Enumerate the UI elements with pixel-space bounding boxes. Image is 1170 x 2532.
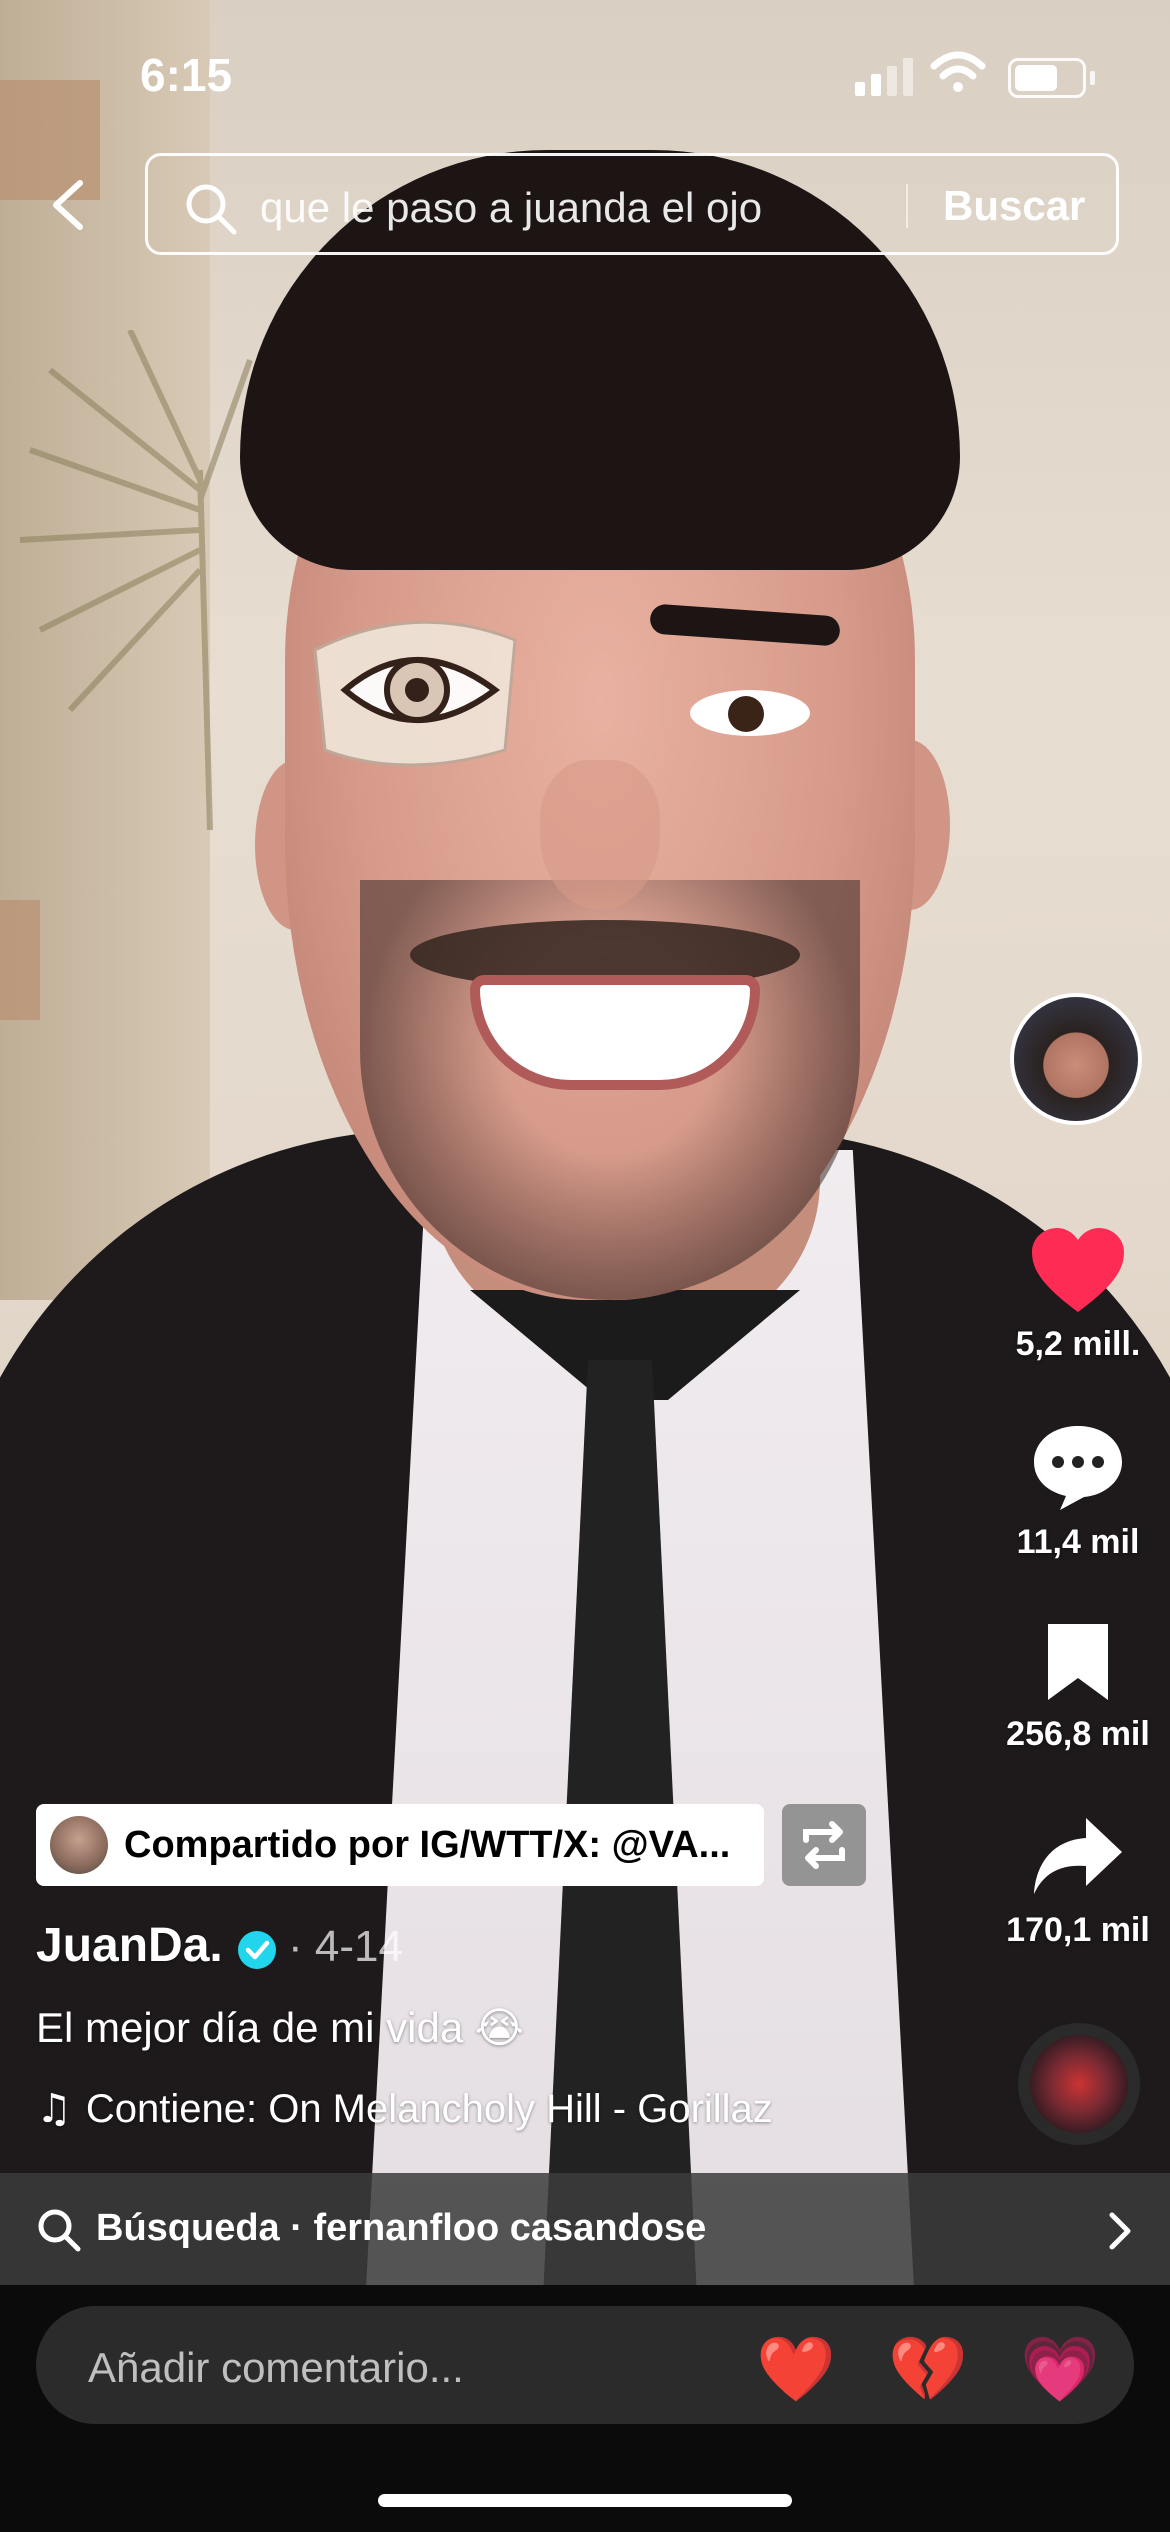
music-note-icon: ♫ xyxy=(36,2086,72,2132)
caption-text: El mejor día de mi vida xyxy=(36,2004,464,2051)
broken-heart-emoji-button[interactable]: 💔 xyxy=(888,2332,968,2407)
back-arrow-icon[interactable] xyxy=(40,175,100,235)
search-bar[interactable]: que le paso a juanda el ojo Buscar xyxy=(145,153,1119,255)
search-suggestion-bar[interactable]: Búsqueda · fernanfloo casandose xyxy=(0,2173,1170,2285)
pink-heart-emoji-button[interactable]: 💗 xyxy=(1020,2332,1100,2407)
search-divider xyxy=(906,184,908,228)
comment-count: 11,4 mil xyxy=(1016,1523,1140,1561)
eye xyxy=(690,690,810,736)
share-count: 170,1 mil xyxy=(1006,1911,1150,1949)
search-query[interactable]: que le paso a juanda el ojo xyxy=(260,184,762,232)
status-bar: 6:15 xyxy=(0,0,1170,150)
music-title: Contiene: On Melancholy Hill - Gorillaz xyxy=(85,2087,773,2131)
wifi-icon xyxy=(930,51,986,92)
cellular-signal-icon xyxy=(855,58,919,96)
music-info[interactable]: ♫ Contiene: On Melancholy Hill - Gorillaz xyxy=(36,2086,773,2132)
verified-badge-icon xyxy=(238,1931,276,1969)
save-button[interactable]: 256,8 mil xyxy=(988,1620,1168,1754)
search-button[interactable]: Buscar xyxy=(943,182,1085,230)
crying-emoji: 😭 xyxy=(474,2003,524,2052)
search-icon xyxy=(186,184,237,235)
battery-icon xyxy=(1008,58,1095,98)
plant-decor xyxy=(19,330,253,830)
post-caption: El mejor día de mi vida 😭 xyxy=(36,2003,524,2052)
save-count: 256,8 mil xyxy=(1006,1715,1150,1753)
share-button[interactable]: 170,1 mil xyxy=(988,1814,1168,1950)
shared-by-banner[interactable]: Compartido por IG/WTT/X: @VA... xyxy=(36,1804,764,1886)
shared-by-label: Compartido por IG/WTT/X: @VA... xyxy=(124,1824,731,1866)
comment-placeholder: Añadir comentario... xyxy=(88,2344,464,2391)
comment-bubble-icon xyxy=(1034,1426,1122,1510)
like-button[interactable]: 5,2 mill. xyxy=(988,1228,1168,1364)
music-disc-icon[interactable] xyxy=(1018,2023,1140,2145)
comment-input[interactable]: Añadir comentario... ❤️ 💔 💗 xyxy=(36,2306,1134,2424)
red-heart-emoji-button[interactable]: ❤️ xyxy=(756,2332,836,2407)
background-decor xyxy=(0,900,40,1020)
comment-button[interactable]: 11,4 mil xyxy=(988,1422,1168,1562)
chevron-right-icon xyxy=(1109,2212,1131,2250)
creator-avatar[interactable] xyxy=(1010,993,1142,1125)
repost-icon xyxy=(803,1821,845,1869)
like-count: 5,2 mill. xyxy=(1015,1325,1141,1363)
search-suggestion-text: Búsqueda · fernanfloo casandose xyxy=(96,2207,707,2249)
sharer-avatar xyxy=(50,1816,108,1874)
repost-button[interactable] xyxy=(782,1804,866,1886)
bookmark-icon xyxy=(1048,1624,1108,1700)
drawn-eye-patch xyxy=(313,620,517,767)
search-icon xyxy=(38,2209,81,2252)
creator-username[interactable]: JuanDa. xyxy=(36,1918,223,1973)
status-time: 6:15 xyxy=(140,49,233,101)
nose xyxy=(540,760,660,910)
share-arrow-icon xyxy=(1034,1818,1122,1894)
post-date: · 4-14 xyxy=(288,1922,403,1971)
heart-icon xyxy=(1032,1228,1124,1312)
home-indicator[interactable] xyxy=(378,2494,792,2507)
